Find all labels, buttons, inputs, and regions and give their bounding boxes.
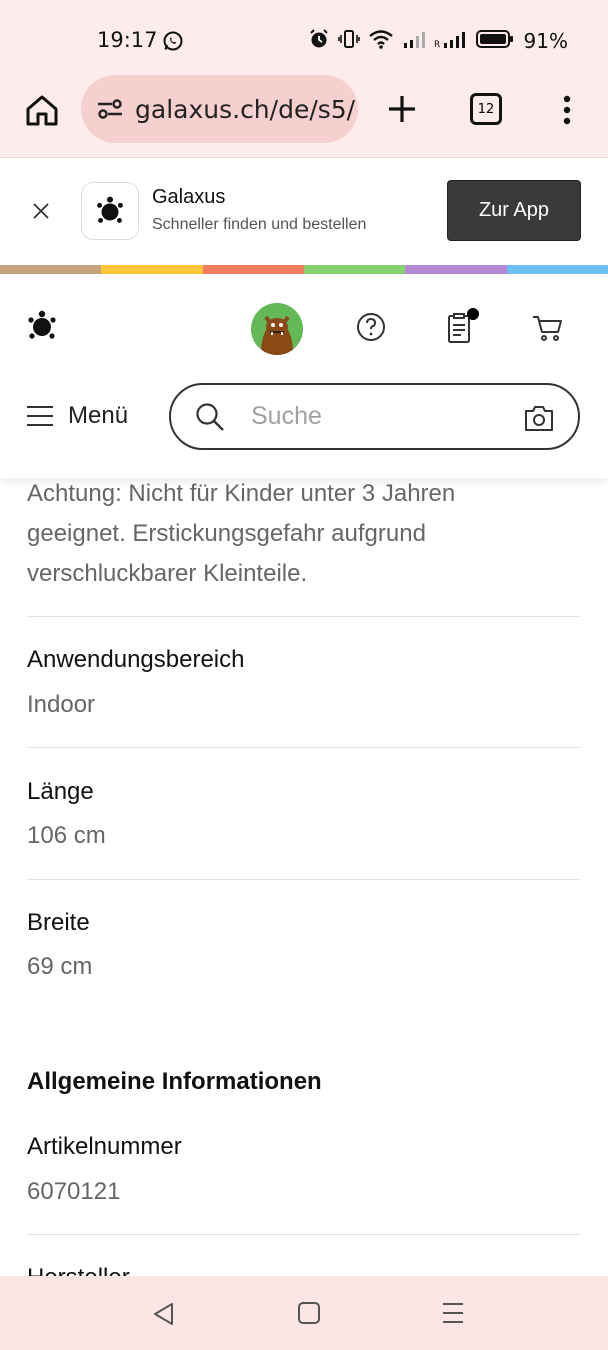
help-button[interactable]	[356, 312, 386, 342]
open-app-button[interactable]: Zur App	[447, 180, 581, 241]
status-bar: 19:17 R 91%	[0, 0, 608, 80]
product-specifications: Achtung: Nicht für Kinder unter 3 Jahren…	[0, 478, 608, 1276]
banner-tagline: Schneller finden und bestellen	[152, 216, 367, 233]
site-logo[interactable]	[24, 308, 60, 344]
battery-percent: 91%	[523, 29, 568, 53]
browser-toolbar: galaxus.ch/de/s5/ 12	[0, 75, 608, 158]
home-nav-icon[interactable]	[296, 1300, 322, 1326]
divider	[27, 1234, 580, 1235]
turtle-logo-icon	[97, 196, 123, 223]
app-install-banner: Galaxus Schneller finden und bestellen Z…	[0, 158, 608, 265]
menu-button[interactable]: Menü	[26, 396, 128, 436]
spec-value: 69 cm	[27, 953, 93, 980]
search-bar[interactable]	[169, 383, 580, 450]
strip-segment	[202, 265, 304, 274]
safety-warning: Achtung: Nicht für Kinder unter 3 Jahren…	[27, 480, 456, 587]
banner-app-name: Galaxus	[152, 186, 226, 208]
home-icon	[26, 95, 58, 126]
close-icon	[33, 203, 49, 219]
strip-segment	[405, 265, 507, 274]
hamburger-icon	[27, 406, 53, 426]
vibrate-icon	[337, 28, 360, 54]
more-vert-icon	[563, 95, 571, 125]
section-title: Allgemeine Informationen	[27, 1068, 322, 1095]
recent-apps-icon[interactable]	[440, 1300, 466, 1326]
help-icon	[357, 313, 385, 341]
divider	[27, 616, 580, 617]
spec-value: 106 cm	[27, 822, 106, 849]
spec-label: Länge	[27, 778, 94, 805]
user-avatar[interactable]	[251, 303, 303, 355]
new-tab-button[interactable]	[382, 89, 422, 129]
signal-roaming-icon: R	[434, 29, 468, 53]
alarm-icon	[308, 28, 330, 54]
status-time: 19:17	[97, 28, 158, 52]
address-bar[interactable]: galaxus.ch/de/s5/	[81, 75, 358, 143]
menu-label: Menü	[68, 402, 129, 429]
strip-segment	[101, 265, 203, 274]
svg-text:R: R	[434, 40, 440, 49]
divider	[27, 879, 580, 880]
strip-segment	[506, 265, 608, 274]
search-input[interactable]	[251, 402, 501, 431]
spec-value: Indoor	[27, 691, 96, 718]
wifi-icon	[368, 28, 394, 54]
site-header: Menü	[0, 274, 608, 478]
tab-switcher-button[interactable]: 12	[470, 93, 502, 125]
home-button[interactable]	[22, 90, 62, 130]
search-icon	[196, 402, 224, 431]
spec-label: Breite	[27, 909, 90, 936]
spec-label: Anwendungsbereich	[27, 646, 245, 673]
brand-color-strip	[0, 265, 608, 274]
spec-value: 6070121	[27, 1178, 121, 1205]
notification-dot	[467, 308, 479, 320]
plus-icon	[389, 96, 415, 122]
signal-icon	[402, 29, 426, 53]
galaxus-app-logo	[81, 182, 139, 240]
banner-close-button[interactable]	[24, 194, 58, 228]
camera-search-icon[interactable]	[524, 404, 554, 432]
battery-icon	[475, 29, 514, 53]
site-info-icon[interactable]	[95, 94, 125, 124]
spec-label: Hersteller	[27, 1264, 130, 1276]
strip-segment	[0, 265, 102, 274]
whatsapp-icon	[162, 30, 184, 56]
cart-button[interactable]	[532, 314, 564, 342]
divider	[27, 747, 580, 748]
turtle-logo-icon	[28, 310, 56, 339]
cart-icon	[533, 316, 562, 341]
system-navigation-bar	[0, 1276, 608, 1350]
url-text: galaxus.ch/de/s5/	[135, 94, 356, 124]
overflow-menu-button[interactable]	[552, 90, 582, 130]
spec-label: Artikelnummer	[27, 1133, 182, 1160]
back-icon[interactable]	[150, 1300, 178, 1328]
strip-segment	[303, 265, 406, 274]
monster-avatar-icon	[261, 315, 293, 355]
